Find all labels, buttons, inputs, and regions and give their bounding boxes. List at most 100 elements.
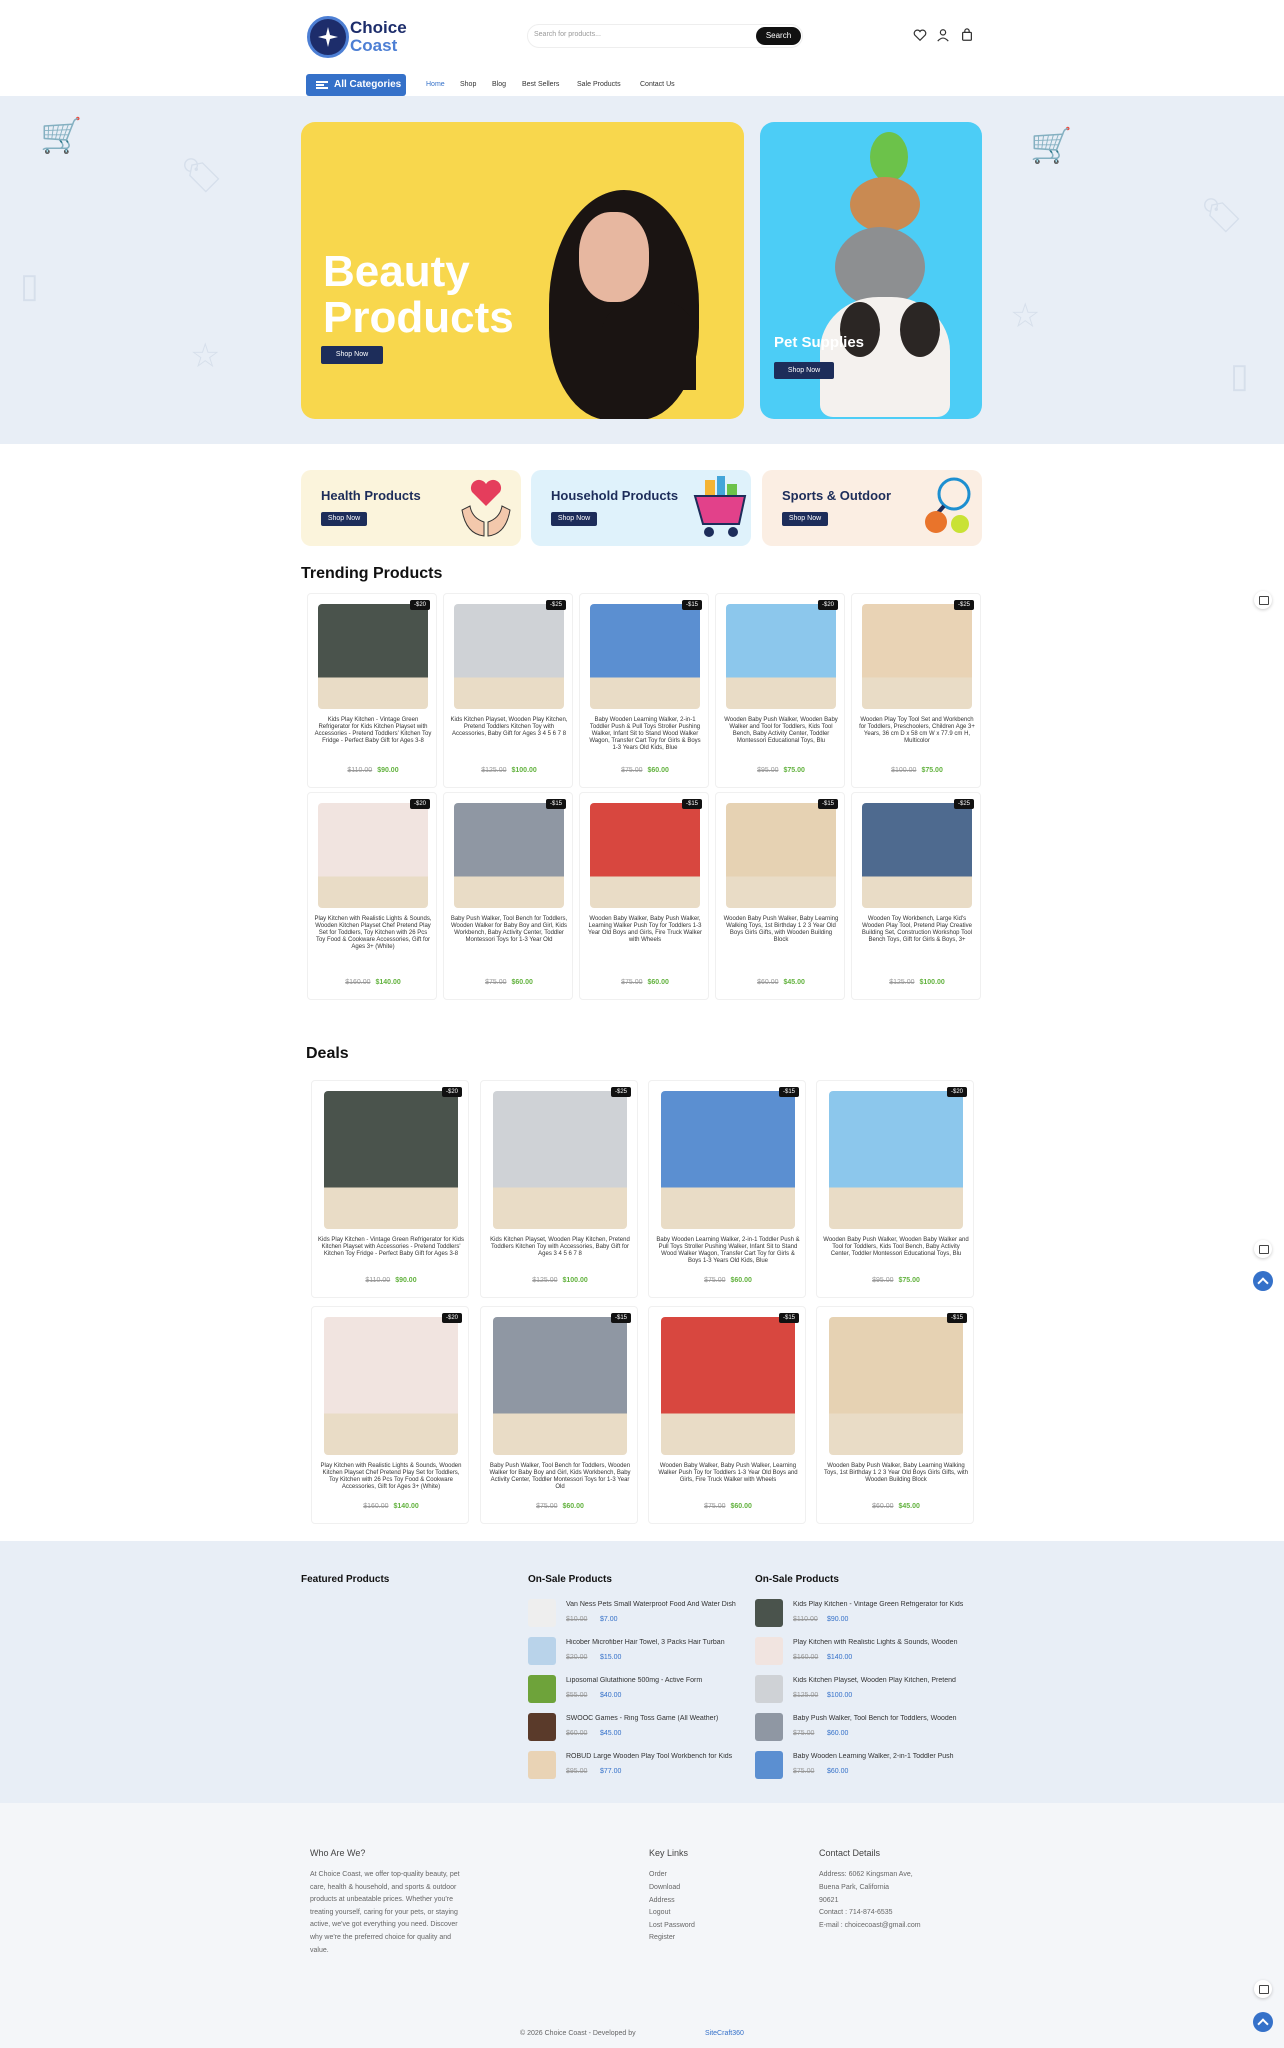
product-thumbnail[interactable] <box>755 1599 783 1627</box>
pet-supplies-banner[interactable]: Pet Supplies Shop Now <box>760 122 982 419</box>
product-card[interactable]: -$15 Wooden Baby Push Walker, Baby Learni… <box>816 1306 974 1524</box>
product-thumbnail[interactable] <box>755 1675 783 1703</box>
product-card[interactable]: -$25 Wooden Play Toy Tool Set and Workben… <box>851 593 981 788</box>
product-card[interactable]: -$15 Wooden Baby Push Walker, Baby Learni… <box>715 792 845 1000</box>
footer-link-order[interactable]: Order <box>649 1869 667 1882</box>
floating-cart-icon[interactable] <box>1254 1980 1272 1998</box>
product-image[interactable] <box>726 803 836 908</box>
product-card[interactable]: -$15 Baby Push Walker, Tool Bench for Tod… <box>443 792 573 1000</box>
logo-text-line1[interactable]: Choice <box>350 18 407 38</box>
product-card[interactable]: -$20 Kids Play Kitchen - Vintage Green Re… <box>311 1080 469 1298</box>
product-name[interactable]: Wooden Baby Walker, Baby Push Walker, Le… <box>586 916 704 944</box>
product-card[interactable]: -$15 Baby Push Walker, Tool Bench for Tod… <box>480 1306 638 1524</box>
pet-shop-now-button[interactable]: Shop Now <box>774 362 834 379</box>
product-thumbnail[interactable] <box>528 1599 556 1627</box>
product-card[interactable]: -$25 Kids Kitchen Playset, Wooden Play Ki… <box>480 1080 638 1298</box>
footer-link-register[interactable]: Register <box>649 1932 675 1945</box>
product-name[interactable]: Kids Play Kitchen - Vintage Green Refrig… <box>793 1601 973 1608</box>
product-name[interactable]: Wooden Baby Push Walker, Wooden Baby Wal… <box>823 1237 969 1258</box>
footer-link-address[interactable]: Address <box>649 1895 675 1908</box>
product-card[interactable]: -$25 Wooden Toy Workbench, Large Kid's Wo… <box>851 792 981 1000</box>
product-image[interactable] <box>829 1091 963 1229</box>
product-card[interactable]: -$20 Wooden Baby Push Walker, Wooden Baby… <box>816 1080 974 1298</box>
footer-link-logout[interactable]: Logout <box>649 1907 670 1920</box>
logo-compass-icon[interactable] <box>307 16 349 58</box>
product-name[interactable]: Kids Kitchen Playset, Wooden Play Kitche… <box>487 1237 633 1258</box>
nav-shop[interactable]: Shop <box>460 81 476 88</box>
category-card-sports[interactable]: Sports & Outdoor Shop Now <box>762 470 982 546</box>
beauty-banner[interactable]: Beauty Products Shop Now <box>301 122 744 419</box>
scroll-to-top-button[interactable] <box>1253 2012 1273 2032</box>
product-name[interactable]: SWOOC Games - Ring Toss Game (All Weathe… <box>566 1715 746 1722</box>
product-name[interactable]: ROBUD Large Wooden Play Tool Workbench f… <box>566 1753 746 1760</box>
heart-icon[interactable] <box>913 28 927 42</box>
product-name[interactable]: Play Kitchen with Realistic Lights & Sou… <box>793 1639 973 1646</box>
floating-cart-icon[interactable] <box>1254 1240 1272 1258</box>
product-name[interactable]: Baby Push Walker, Tool Bench for Toddler… <box>793 1715 973 1722</box>
product-image[interactable] <box>661 1091 795 1229</box>
product-card[interactable]: -$20 Wooden Baby Push Walker, Wooden Baby… <box>715 593 845 788</box>
product-image[interactable] <box>829 1317 963 1455</box>
product-image[interactable] <box>493 1317 627 1455</box>
footer-link-download[interactable]: Download <box>649 1882 680 1895</box>
search-button[interactable]: Search <box>756 27 801 45</box>
product-image[interactable] <box>590 803 700 908</box>
nav-sale-products[interactable]: Sale Products <box>577 81 621 88</box>
product-name[interactable]: Wooden Toy Workbench, Large Kid's Wooden… <box>858 916 976 944</box>
product-thumbnail[interactable] <box>528 1637 556 1665</box>
product-card[interactable]: -$20 Kids Play Kitchen - Vintage Green Re… <box>307 593 437 788</box>
nav-best-sellers[interactable]: Best Sellers <box>522 81 559 88</box>
product-name[interactable]: Van Ness Pets Small Waterproof Food And … <box>566 1601 746 1608</box>
scroll-to-top-button[interactable] <box>1253 1271 1273 1291</box>
product-image[interactable] <box>318 803 428 908</box>
product-name[interactable]: Wooden Baby Push Walker, Wooden Baby Wal… <box>722 717 840 745</box>
footer-contact-email[interactable]: E-mail : choicecoast@gmail.com <box>819 1920 921 1933</box>
product-card[interactable]: -$15 Wooden Baby Walker, Baby Push Walker… <box>579 792 709 1000</box>
product-name[interactable]: Baby Push Walker, Tool Bench for Toddler… <box>450 916 568 944</box>
product-name[interactable]: Kids Kitchen Playset, Wooden Play Kitche… <box>450 717 568 738</box>
product-image[interactable] <box>661 1317 795 1455</box>
product-name[interactable]: Wooden Baby Walker, Baby Push Walker, Le… <box>655 1463 801 1484</box>
user-icon[interactable] <box>936 28 950 42</box>
product-name[interactable]: Liposomal Glutathione 500mg - Active For… <box>566 1677 746 1684</box>
product-image[interactable] <box>324 1091 458 1229</box>
product-image[interactable] <box>590 604 700 709</box>
category-shop-now-button[interactable]: Shop Now <box>551 512 597 526</box>
footer-link-lost-password[interactable]: Lost Password <box>649 1920 695 1933</box>
product-image[interactable] <box>454 604 564 709</box>
product-image[interactable] <box>324 1317 458 1455</box>
product-thumbnail[interactable] <box>528 1751 556 1779</box>
product-card[interactable]: -$15 Baby Wooden Learning Walker, 2-in-1 … <box>648 1080 806 1298</box>
product-card[interactable]: -$15 Wooden Baby Walker, Baby Push Walker… <box>648 1306 806 1524</box>
product-name[interactable]: Wooden Play Toy Tool Set and Workbench f… <box>858 717 976 745</box>
product-name[interactable]: Wooden Baby Push Walker, Baby Learning W… <box>823 1463 969 1484</box>
product-thumbnail[interactable] <box>755 1751 783 1779</box>
floating-cart-icon[interactable] <box>1254 591 1272 609</box>
product-name[interactable]: Baby Push Walker, Tool Bench for Toddler… <box>487 1463 633 1491</box>
product-card[interactable]: -$25 Kids Kitchen Playset, Wooden Play Ki… <box>443 593 573 788</box>
logo-text-line2[interactable]: Coast <box>350 36 397 56</box>
product-name[interactable]: Wooden Baby Push Walker, Baby Learning W… <box>722 916 840 944</box>
product-name[interactable]: Baby Wooden Learning Walker, 2-in-1 Todd… <box>655 1237 801 1265</box>
product-card[interactable]: -$15 Baby Wooden Learning Walker, 2-in-1 … <box>579 593 709 788</box>
nav-blog[interactable]: Blog <box>492 81 506 88</box>
product-image[interactable] <box>862 803 972 908</box>
beauty-shop-now-button[interactable]: Shop Now <box>321 346 383 364</box>
nav-contact-us[interactable]: Contact Us <box>640 81 675 88</box>
product-name[interactable]: Kids Kitchen Playset, Wooden Play Kitche… <box>793 1677 973 1684</box>
product-thumbnail[interactable] <box>528 1675 556 1703</box>
product-thumbnail[interactable] <box>528 1713 556 1741</box>
product-name[interactable]: Baby Wooden Learning Walker, 2-in-1 Todd… <box>793 1753 973 1760</box>
developer-link[interactable]: SiteCraft360 <box>705 2030 744 2037</box>
product-card[interactable]: -$20 Play Kitchen with Realistic Lights &… <box>307 792 437 1000</box>
product-image[interactable] <box>862 604 972 709</box>
category-shop-now-button[interactable]: Shop Now <box>782 512 828 526</box>
product-name[interactable]: Hicober Microfiber Hair Towel, 3 Packs H… <box>566 1639 746 1646</box>
product-image[interactable] <box>454 803 564 908</box>
product-card[interactable]: -$20 Play Kitchen with Realistic Lights &… <box>311 1306 469 1524</box>
category-card-household[interactable]: Household Products Shop Now <box>531 470 751 546</box>
nav-home[interactable]: Home <box>426 81 445 88</box>
product-name[interactable]: Baby Wooden Learning Walker, 2-in-1 Todd… <box>586 717 704 752</box>
product-thumbnail[interactable] <box>755 1713 783 1741</box>
product-name[interactable]: Play Kitchen with Realistic Lights & Sou… <box>314 916 432 951</box>
